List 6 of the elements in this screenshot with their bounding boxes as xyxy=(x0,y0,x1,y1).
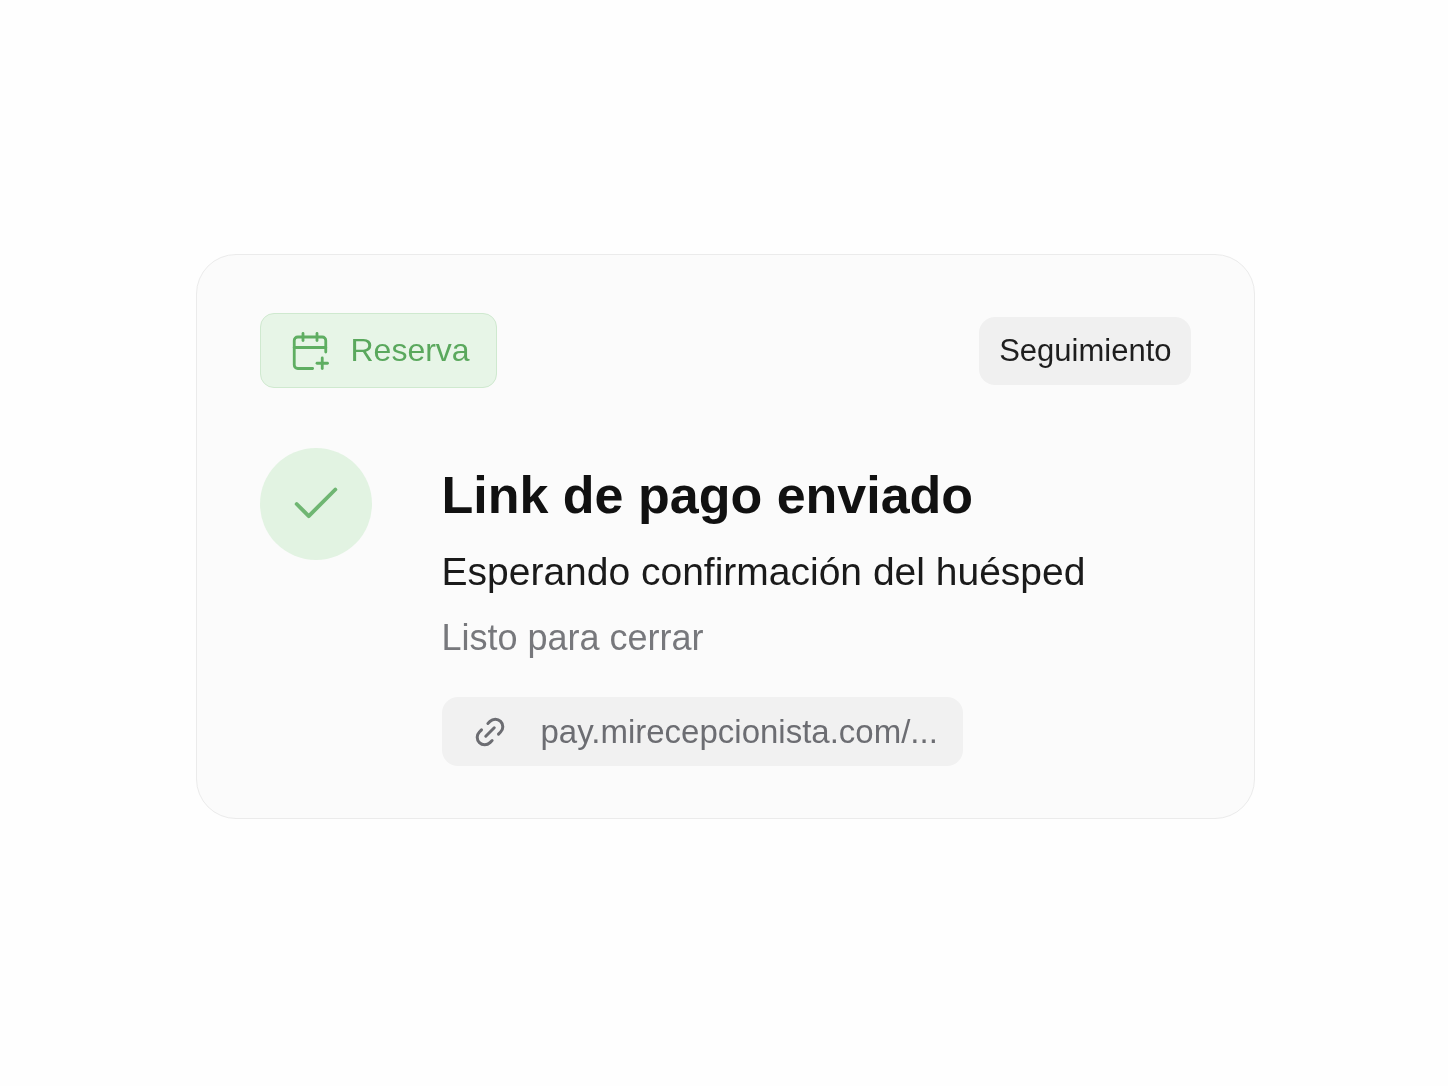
payment-link[interactable]: pay.mirecepcionista.com/... xyxy=(441,697,963,767)
status-pill: Seguimiento xyxy=(979,316,1191,385)
status-subtitle: Esperando confirmación del huésped xyxy=(441,549,1086,596)
status-note: Listo para cerrar xyxy=(441,616,704,660)
tag-label: Reserva xyxy=(350,332,470,369)
status-title: Link de pago enviado xyxy=(441,465,974,526)
